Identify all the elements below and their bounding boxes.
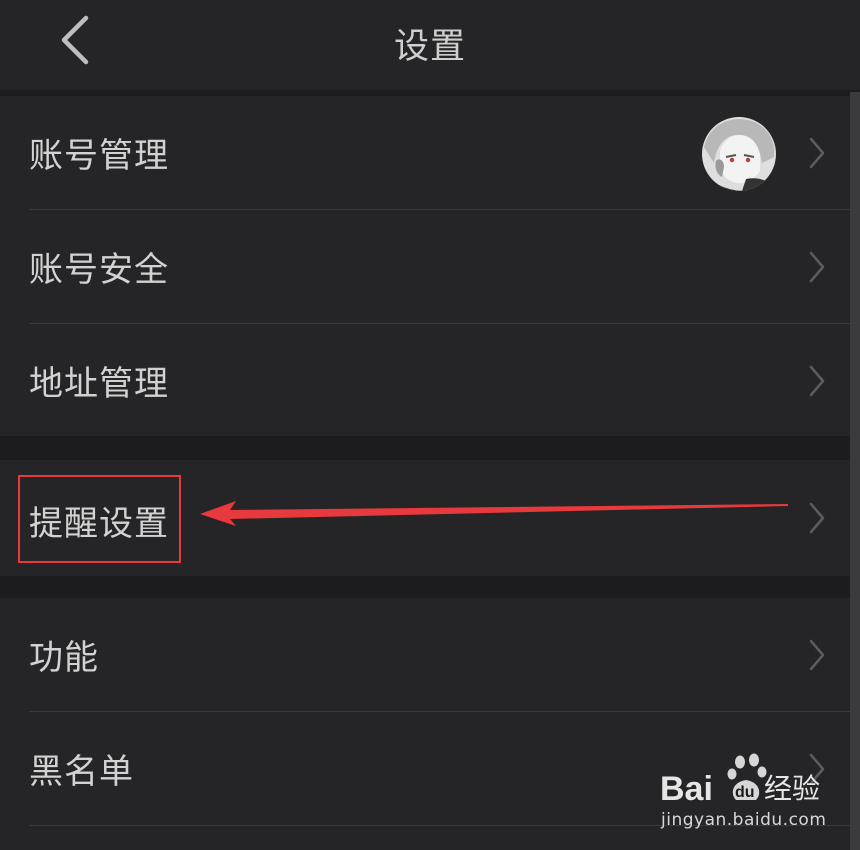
annotation-arrow-icon	[200, 501, 788, 526]
chevron-right-icon	[809, 251, 825, 283]
settings-item-features[interactable]: 功能	[0, 598, 850, 712]
settings-item-label: 账号管理	[29, 136, 169, 176]
watermark-url: jingyan.baidu.com	[661, 810, 827, 830]
settings-item-account-management[interactable]: 账号管理	[0, 96, 850, 210]
chevron-right-icon	[809, 502, 825, 534]
settings-item-label: 黑名单	[29, 752, 134, 792]
settings-group-account: 账号管理 账号安全 地址管理	[0, 96, 850, 436]
scrollbar[interactable]	[850, 92, 860, 850]
settings-item-label: 地址管理	[29, 364, 169, 404]
settings-item-label: 功能	[29, 638, 99, 678]
chevron-right-icon	[809, 365, 825, 397]
page-title: 设置	[393, 27, 466, 67]
settings-item-address-management[interactable]: 地址管理	[0, 324, 850, 436]
top-bar: 设置	[0, 0, 860, 90]
watermark-brand-du: du	[735, 784, 755, 801]
watermark-brand: Bai	[660, 770, 713, 808]
settings-item-label: 账号安全	[29, 250, 169, 290]
chevron-right-icon	[809, 639, 825, 671]
chevron-right-icon	[809, 137, 825, 169]
settings-item-account-security[interactable]: 账号安全	[0, 210, 850, 324]
highlight-box	[18, 475, 181, 563]
avatar[interactable]	[702, 117, 776, 191]
watermark-suffix: 经验	[764, 772, 820, 805]
